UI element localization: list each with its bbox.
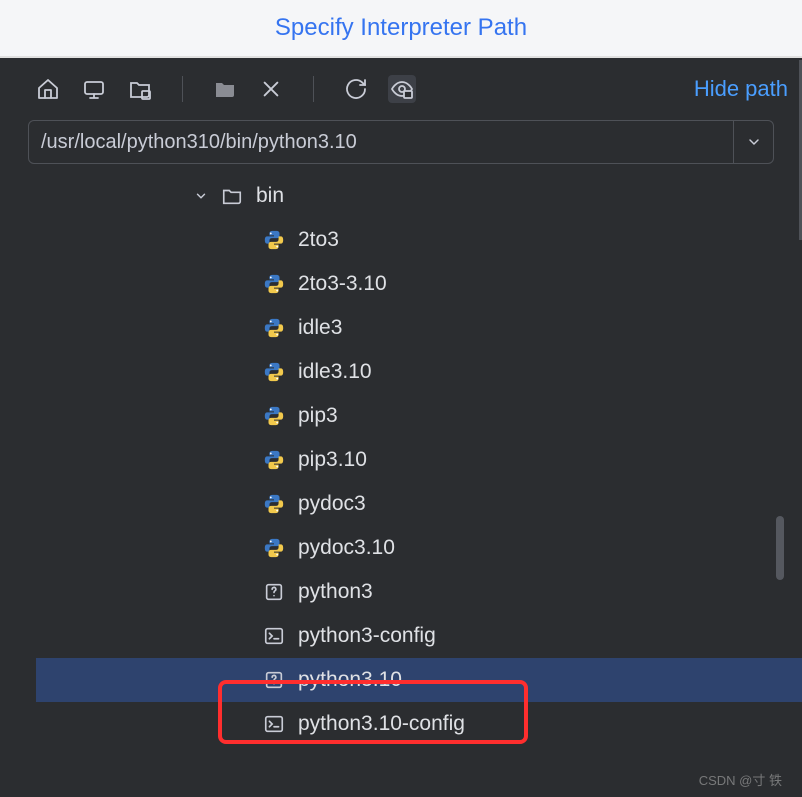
tree-item-label: idle3	[298, 316, 342, 340]
chevron-down-icon	[746, 134, 762, 150]
toolbar-separator	[182, 76, 183, 102]
toolbar: Hide path	[0, 58, 802, 120]
tree-item-label: pip3	[298, 404, 338, 428]
tree-item[interactable]: idle3	[36, 306, 802, 350]
delete-icon[interactable]	[257, 75, 285, 103]
tree-item[interactable]: pydoc3	[36, 482, 802, 526]
file-tree[interactable]: bin 2to3 2to3-3.10 idle3 idle3.10 pip3 pip3.1…	[36, 164, 802, 746]
path-field-row	[28, 120, 774, 164]
tree-item[interactable]: 2to3	[36, 218, 802, 262]
tree-item-label: python3.10-config	[298, 712, 465, 736]
tree-item[interactable]: python3-config	[36, 614, 802, 658]
terminal-icon	[262, 624, 286, 648]
home-icon[interactable]	[34, 75, 62, 103]
desktop-icon[interactable]	[80, 75, 108, 103]
tree-item-label: 2to3	[298, 228, 339, 252]
project-folder-icon[interactable]	[126, 75, 154, 103]
python-icon	[262, 492, 286, 516]
python-icon	[262, 272, 286, 296]
folder-label: bin	[256, 184, 284, 208]
tree-item[interactable]: idle3.10	[36, 350, 802, 394]
tree-item-label: python3	[298, 580, 373, 604]
unknown-icon	[262, 668, 286, 692]
path-dropdown-button[interactable]	[733, 121, 773, 163]
title-text: Specify Interpreter Path	[275, 14, 527, 42]
tree-item[interactable]: python3	[36, 570, 802, 614]
toolbar-separator	[313, 76, 314, 102]
tree-item-label: 2to3-3.10	[298, 272, 387, 296]
tree-item[interactable]: pip3	[36, 394, 802, 438]
tree-item-label: python3.10	[298, 668, 402, 692]
tree-item[interactable]: python3.10	[36, 658, 802, 702]
tree-item-label: python3-config	[298, 624, 436, 648]
new-folder-icon[interactable]	[211, 75, 239, 103]
python-icon	[262, 228, 286, 252]
tree-item[interactable]: pip3.10	[36, 438, 802, 482]
python-icon	[262, 448, 286, 472]
tree-item-label: pydoc3	[298, 492, 366, 516]
python-icon	[262, 316, 286, 340]
window-title: Specify Interpreter Path	[0, 0, 802, 58]
path-input[interactable]	[29, 121, 733, 163]
tree-item[interactable]: 2to3-3.10	[36, 262, 802, 306]
show-hidden-icon[interactable]	[388, 75, 416, 103]
hide-path-link[interactable]: Hide path	[694, 76, 788, 102]
tree-item-label: idle3.10	[298, 360, 372, 384]
dialog-body: Hide path bin 2to3 2to3-3.10 idle3 idle3.10…	[0, 58, 802, 797]
unknown-icon	[262, 580, 286, 604]
toolbar-left-group	[34, 75, 416, 103]
python-icon	[262, 536, 286, 560]
folder-icon	[220, 184, 244, 208]
tree-item-label: pydoc3.10	[298, 536, 395, 560]
chevron-down-icon[interactable]	[192, 187, 210, 205]
tree-folder-bin[interactable]: bin	[36, 174, 802, 218]
tree-item[interactable]: python3.10-config	[36, 702, 802, 746]
tree-item[interactable]: pydoc3.10	[36, 526, 802, 570]
python-icon	[262, 360, 286, 384]
refresh-icon[interactable]	[342, 75, 370, 103]
scrollbar-thumb[interactable]	[776, 516, 784, 580]
python-icon	[262, 404, 286, 428]
tree-item-label: pip3.10	[298, 448, 367, 472]
terminal-icon	[262, 712, 286, 736]
